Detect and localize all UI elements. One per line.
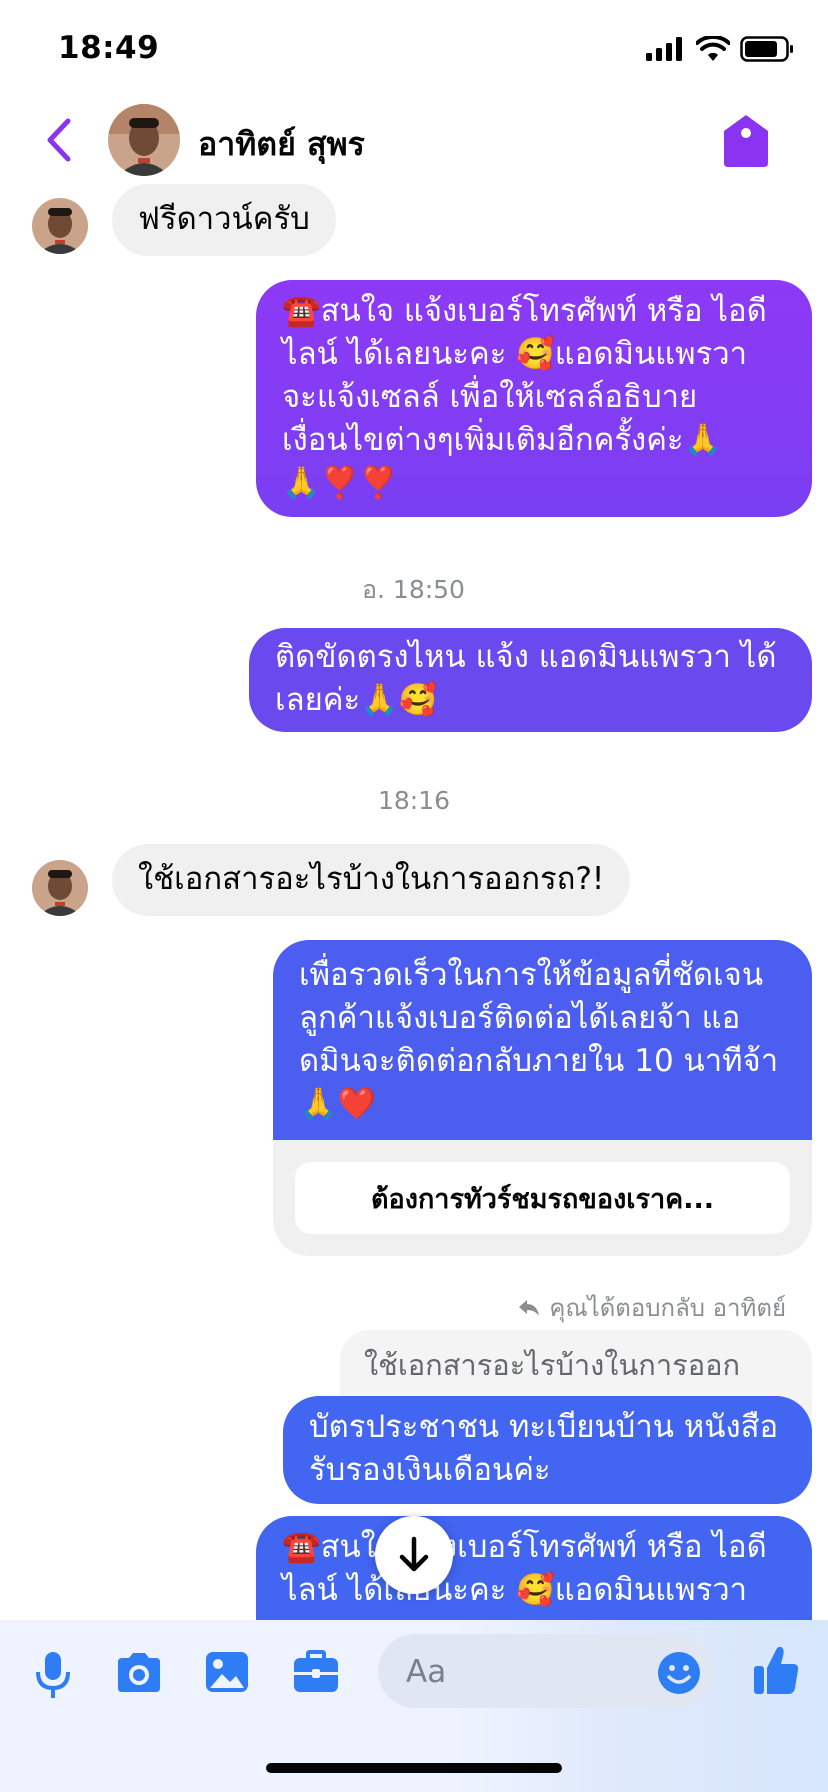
message-bubble-outgoing[interactable]: บัตรประชาชน ทะเบียนบ้าน หนังสือรับรองเงิ… [283,1396,812,1504]
message-bubble-incoming[interactable]: ฟรีดาวน์ครับ [112,184,336,256]
microphone-icon[interactable] [34,1650,72,1700]
message-input-placeholder: Aa [406,1654,447,1690]
back-chevron-icon[interactable] [40,115,80,165]
message-bubble-incoming[interactable]: ใช้เอกสารอะไรบ้างในการออกรถ?! [112,844,631,916]
tag-icon[interactable] [720,113,772,169]
home-indicator [266,1763,562,1773]
avatar[interactable] [32,860,88,916]
arrow-down-icon [399,1536,429,1572]
briefcase-icon[interactable] [292,1650,340,1694]
cellular-signal-icon [646,37,682,61]
status-icons [646,36,794,62]
emoji-icon[interactable] [656,1650,702,1696]
timestamp: 18:16 [377,786,451,815]
quick-reply-button[interactable]: ต้องการทัวร์ชมรถของเราค... [295,1162,790,1234]
timestamp: อ. 18:50 [362,575,465,604]
wifi-icon [696,36,730,61]
status-time: 18:49 [58,30,160,66]
image-icon[interactable] [204,1650,250,1694]
message-bubble-outgoing[interactable]: ☎️สนใจ แจ้งเบอร์โทรศัพท์ หรือ ไอดีไลน์ ไ… [256,1516,812,1636]
message-bubble-outgoing[interactable]: ☎️สนใจ แจ้งเบอร์โทรศัพท์ หรือ ไอดีไลน์ ไ… [256,280,812,517]
chat-header: อาทิตย์ สุพร [0,95,828,187]
thumbs-up-icon[interactable] [752,1644,800,1696]
avatar[interactable] [32,198,88,254]
camera-icon[interactable] [114,1652,164,1694]
battery-icon [740,36,793,62]
contact-name[interactable]: อาทิตย์ สุพร [198,119,365,170]
message-card-text: เพื่อรวดเร็วในการให้ข้อมูลที่ชัดเจน ลูกค… [273,940,812,1140]
reply-arrow-icon [519,1299,540,1316]
reply-note: คุณได้ตอบกลับ อาทิตย์ [517,1288,786,1327]
scroll-to-bottom-button[interactable] [375,1516,453,1594]
message-bubble-outgoing[interactable]: ติดขัดตรงไหน แจ้ง แอดมินแพรวา ได้เลยค่ะ🙏… [249,628,812,732]
avatar[interactable] [108,104,180,176]
message-card-outgoing[interactable]: เพื่อรวดเร็วในการให้ข้อมูลที่ชัดเจน ลูกค… [273,940,812,1256]
reply-note-text: คุณได้ตอบกลับ อาทิตย์ [549,1294,786,1322]
status-bar: 18:49 [0,0,828,100]
